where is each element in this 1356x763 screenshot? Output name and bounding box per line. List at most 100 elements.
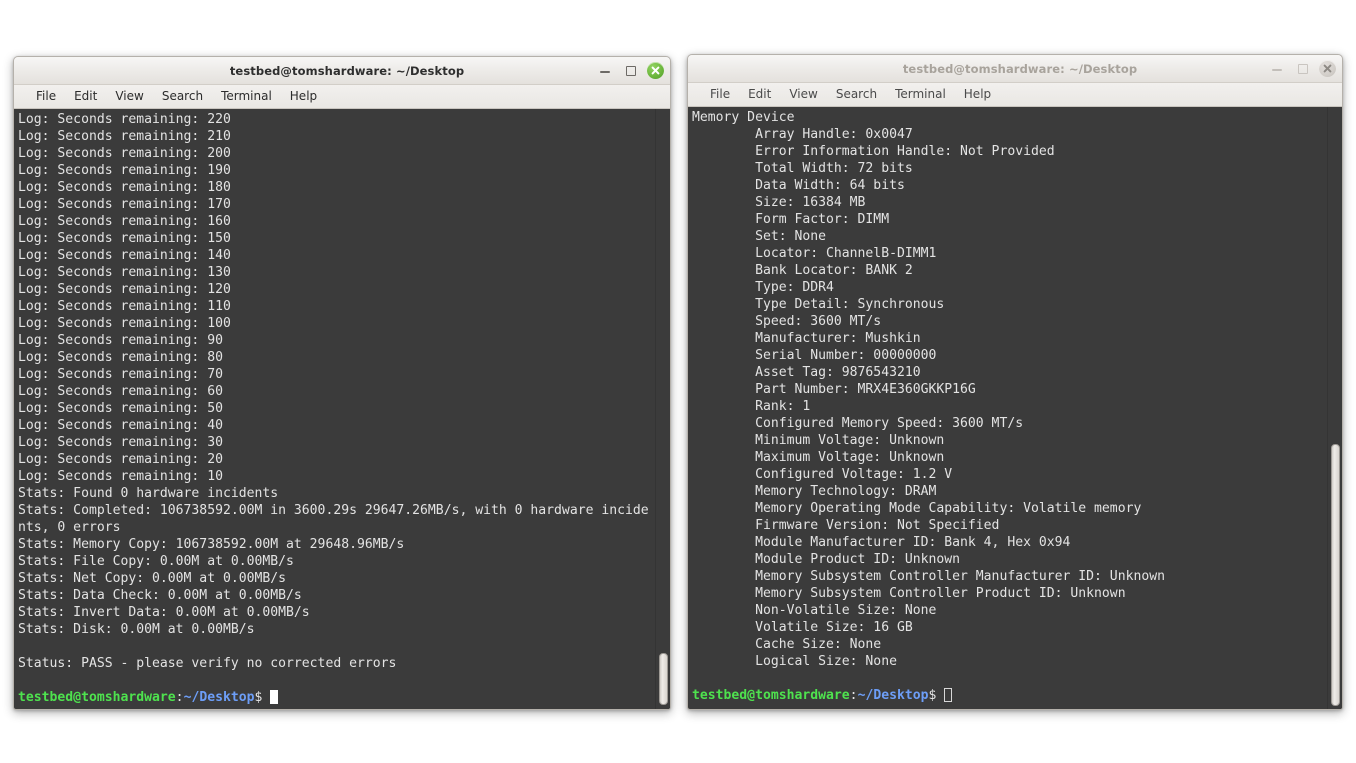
terminal-line: Log: Seconds remaining: 210: [18, 129, 231, 144]
terminal-line: Serial Number: 00000000: [692, 348, 937, 363]
terminal-line: Part Number: MRX4E360GKKP16G: [692, 382, 976, 397]
terminal-line: Bank Locator: BANK 2: [692, 263, 913, 278]
terminal-line: Module Manufacturer ID: Bank 4, Hex 0x94: [692, 535, 1071, 550]
terminal-cursor[interactable]: [270, 690, 279, 704]
menu-item-terminal[interactable]: Terminal: [886, 86, 955, 103]
terminal-line: Stats: File Copy: 0.00M at 0.00MB/s: [18, 554, 294, 569]
terminal-line: Data Width: 64 bits: [692, 178, 905, 193]
menu-item-search[interactable]: Search: [153, 88, 212, 105]
prompt-user-host: testbed@tomshardware: [692, 688, 850, 703]
minimize-icon[interactable]: [1269, 60, 1286, 77]
menubar-left: File Edit View Search Terminal Help: [14, 85, 670, 109]
terminal-line: Log: Seconds remaining: 80: [18, 350, 223, 365]
terminal-line: Set: None: [692, 229, 827, 244]
terminal-line: Type: DDR4: [692, 280, 834, 295]
terminal-text-left: Log: Seconds remaining: 220 Log: Seconds …: [18, 111, 649, 706]
window-title-right: testbed@tomshardware: ~/Desktop: [902, 61, 1138, 76]
terminal-line: Stats: Completed: 106738592.00M in 3600.…: [18, 503, 649, 518]
menu-item-view[interactable]: View: [780, 86, 826, 103]
terminal-line: Total Width: 72 bits: [692, 161, 913, 176]
terminal-cursor[interactable]: [944, 688, 953, 702]
prompt-separator: :: [175, 690, 184, 705]
window-title-left: testbed@tomshardware: ~/Desktop: [229, 63, 465, 78]
terminal-window-left[interactable]: testbed@tomshardware: ~/Desktop File Edi…: [13, 56, 671, 710]
menu-item-file[interactable]: File: [701, 86, 739, 103]
terminal-line: Stats: Net Copy: 0.00M at 0.00MB/s: [18, 571, 287, 586]
terminal-line: Logical Size: None: [692, 654, 897, 669]
terminal-line: Type Detail: Synchronous: [692, 297, 945, 312]
terminal-line: Log: Seconds remaining: 50: [18, 401, 223, 416]
terminal-line: Log: Seconds remaining: 180: [18, 180, 231, 195]
terminal-line: Stats: Invert Data: 0.00M at 0.00MB/s: [18, 605, 310, 620]
prompt-path: ~/Desktop: [183, 690, 255, 705]
terminal-line: Log: Seconds remaining: 140: [18, 248, 231, 263]
close-icon[interactable]: [647, 62, 664, 79]
terminal-line: Memory Technology: DRAM: [692, 484, 937, 499]
terminal-line: Speed: 3600 MT/s: [692, 314, 882, 329]
terminal-line: Stats: Found 0 hardware incidents: [18, 486, 279, 501]
prompt-path: ~/Desktop: [857, 688, 929, 703]
terminal-line: Memory Subsystem Controller Product ID: …: [692, 586, 1126, 601]
terminal-line: Log: Seconds remaining: 20: [18, 452, 223, 467]
shell-prompt: testbed@tomshardware:~/Desktop$: [692, 687, 1320, 704]
terminal-line: Maximum Voltage: Unknown: [692, 450, 945, 465]
menu-item-file[interactable]: File: [27, 88, 65, 105]
menu-item-view[interactable]: View: [106, 88, 152, 105]
titlebar-left[interactable]: testbed@tomshardware: ~/Desktop: [14, 57, 670, 85]
terminal-line: Configured Voltage: 1.2 V: [692, 467, 953, 482]
maximize-icon[interactable]: [1294, 60, 1311, 77]
terminal-line: Log: Seconds remaining: 70: [18, 367, 223, 382]
terminal-line: Cache Size: None: [692, 637, 882, 652]
terminal-line: Log: Seconds remaining: 150: [18, 231, 231, 246]
scrollbar-right[interactable]: [1327, 107, 1342, 709]
menubar-right: File Edit View Search Terminal Help: [688, 83, 1342, 107]
terminal-output-left[interactable]: Log: Seconds remaining: 220 Log: Seconds …: [14, 109, 670, 709]
menu-item-edit[interactable]: Edit: [65, 88, 106, 105]
terminal-line: Log: Seconds remaining: 120: [18, 282, 231, 297]
terminal-line: Memory Device: [692, 110, 795, 125]
terminal-line: Manufacturer: Mushkin: [692, 331, 921, 346]
prompt-sigil: $: [928, 688, 945, 703]
minimize-icon[interactable]: [597, 62, 614, 79]
prompt-user-host: testbed@tomshardware: [18, 690, 176, 705]
terminal-line: Module Product ID: Unknown: [692, 552, 961, 567]
terminal-line: Configured Memory Speed: 3600 MT/s: [692, 416, 1024, 431]
terminal-line: Array Handle: 0x0047: [692, 127, 913, 142]
menu-item-edit[interactable]: Edit: [739, 86, 780, 103]
terminal-line: Log: Seconds remaining: 190: [18, 163, 231, 178]
menu-item-terminal[interactable]: Terminal: [212, 88, 281, 105]
terminal-line: Firmware Version: Not Specified: [692, 518, 1000, 533]
scrollbar-thumb-right[interactable]: [1331, 444, 1340, 706]
window-controls-right: [1269, 55, 1336, 82]
terminal-line: Rank: 1: [692, 399, 811, 414]
terminal-line: Log: Seconds remaining: 90: [18, 333, 223, 348]
terminal-line: Asset Tag: 9876543210: [692, 365, 921, 380]
shell-prompt: testbed@tomshardware:~/Desktop$: [18, 689, 648, 706]
close-icon[interactable]: [1319, 60, 1336, 77]
menu-item-help[interactable]: Help: [955, 86, 1000, 103]
terminal-line: Stats: Data Check: 0.00M at 0.00MB/s: [18, 588, 302, 603]
terminal-line: Log: Seconds remaining: 220: [18, 112, 231, 127]
terminal-window-right[interactable]: testbed@tomshardware: ~/Desktop File Edi…: [687, 54, 1343, 710]
terminal-line: Stats: Memory Copy: 106738592.00M at 296…: [18, 537, 405, 552]
scrollbar-left[interactable]: [655, 109, 670, 709]
scrollbar-thumb-left[interactable]: [659, 653, 668, 705]
terminal-line: Memory Subsystem Controller Manufacturer…: [692, 569, 1165, 584]
terminal-line: Log: Seconds remaining: 110: [18, 299, 231, 314]
menu-item-help[interactable]: Help: [281, 88, 326, 105]
menu-item-search[interactable]: Search: [827, 86, 886, 103]
terminal-output-right[interactable]: Memory Device Array Handle: 0x0047 Error…: [688, 107, 1342, 709]
terminal-line: Form Factor: DIMM: [692, 212, 890, 227]
terminal-line: Log: Seconds remaining: 30: [18, 435, 223, 450]
terminal-line: Log: Seconds remaining: 60: [18, 384, 223, 399]
terminal-text-right: Memory Device Array Handle: 0x0047 Error…: [692, 109, 1320, 704]
prompt-separator: :: [849, 688, 858, 703]
terminal-line: nts, 0 errors: [18, 520, 121, 535]
terminal-line: Non-Volatile Size: None: [692, 603, 937, 618]
titlebar-right[interactable]: testbed@tomshardware: ~/Desktop: [688, 55, 1342, 83]
terminal-line: Log: Seconds remaining: 130: [18, 265, 231, 280]
terminal-line: Volatile Size: 16 GB: [692, 620, 913, 635]
maximize-icon[interactable]: [622, 62, 639, 79]
prompt-sigil: $: [254, 690, 271, 705]
window-controls-left: [597, 57, 664, 84]
